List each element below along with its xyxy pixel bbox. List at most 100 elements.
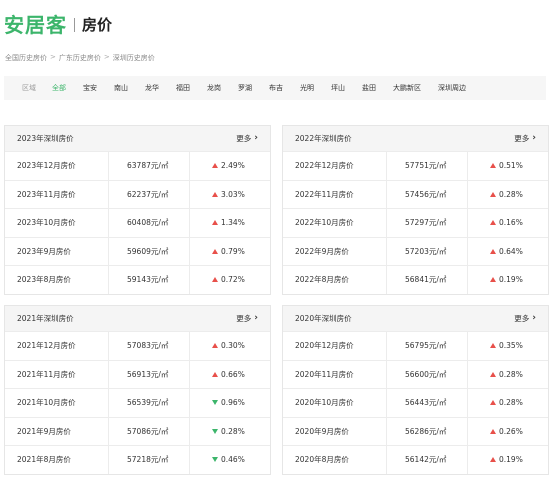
month-label: 2022年9月房价 xyxy=(283,237,387,265)
month-label: 2020年11月房价 xyxy=(283,360,387,388)
district-filter-bar: 区域 全部 宝安 南山 龙华 福田 龙岗 罗湖 布吉 光明 坪山 盐田 大鹏新区… xyxy=(4,76,546,100)
price-change: 0.28% xyxy=(190,418,270,446)
avg-price: 57083元/㎡ xyxy=(109,332,190,360)
change-percent: 0.51% xyxy=(499,161,523,171)
district-item-nanshan[interactable]: 南山 xyxy=(114,83,128,93)
more-link[interactable]: 更多 › xyxy=(514,133,536,144)
change-percent: 0.28% xyxy=(499,398,523,408)
district-item-longhua[interactable]: 龙华 xyxy=(145,83,159,93)
arrow-up-icon xyxy=(490,428,496,434)
month-label: 2021年11月房价 xyxy=(5,360,109,388)
price-row[interactable]: 2023年10月房价 60408元/㎡ 1.34% xyxy=(5,208,270,237)
avg-price: 56443元/㎡ xyxy=(387,389,468,417)
district-item-longgang[interactable]: 龙岗 xyxy=(207,83,221,93)
site-header: 安居客 房价 xyxy=(4,8,112,38)
price-row[interactable]: 2022年11月房价 57456元/㎡ 0.28% xyxy=(283,179,548,209)
month-label: 2023年8月房价 xyxy=(5,266,109,294)
month-label: 2023年12月房价 xyxy=(5,152,109,180)
more-link[interactable]: 更多 › xyxy=(236,313,258,324)
more-link[interactable]: 更多 › xyxy=(236,133,258,144)
price-change: 0.30% xyxy=(190,332,270,360)
price-row[interactable]: 2022年12月房价 57751元/㎡ 0.51% xyxy=(283,151,548,180)
price-row[interactable]: 2021年10月房价 56539元/㎡ 0.96% xyxy=(5,388,270,417)
price-row[interactable]: 2021年11月房价 56913元/㎡ 0.66% xyxy=(5,359,270,388)
change-percent: 1.34% xyxy=(221,218,245,228)
price-change: 0.72% xyxy=(190,266,270,294)
price-change: 0.35% xyxy=(468,332,548,360)
price-row[interactable]: 2022年9月房价 57203元/㎡ 0.64% xyxy=(283,236,548,266)
more-link[interactable]: 更多 › xyxy=(514,313,536,324)
panel-header: 2023年深圳房价 更多 › xyxy=(5,126,270,151)
more-label: 更多 xyxy=(236,314,252,323)
header-divider xyxy=(74,18,75,32)
arrow-down-icon xyxy=(212,457,218,463)
month-label: 2020年10月房价 xyxy=(283,389,387,417)
month-label: 2022年10月房价 xyxy=(283,209,387,237)
avg-price: 57456元/㎡ xyxy=(387,180,468,208)
avg-price: 59143元/㎡ xyxy=(109,266,190,294)
price-change: 0.64% xyxy=(468,238,548,266)
price-row[interactable]: 2023年12月房价 63787元/㎡ 2.49% xyxy=(5,151,270,180)
district-item-guangming[interactable]: 光明 xyxy=(300,83,314,93)
anjuke-logo[interactable]: 安居客 xyxy=(4,9,67,38)
price-row[interactable]: 2023年9月房价 59609元/㎡ 0.79% xyxy=(5,236,270,265)
chevron-right-icon: › xyxy=(254,313,258,323)
avg-price: 62237元/㎡ xyxy=(109,180,190,208)
district-item-pingshan[interactable]: 坪山 xyxy=(331,83,345,93)
avg-price: 56841元/㎡ xyxy=(387,266,468,294)
district-item-futian[interactable]: 福田 xyxy=(176,83,190,93)
price-panel-2022: 2022年深圳房价 更多 › 2022年12月房价 57751元/㎡ 0.51% 2022年… xyxy=(282,125,549,295)
arrow-up-icon xyxy=(212,191,218,197)
price-row[interactable]: 2023年8月房价 59143元/㎡ 0.72% xyxy=(5,265,270,294)
price-row[interactable]: 2020年10月房价 56443元/㎡ 0.28% xyxy=(283,388,548,417)
district-item-all[interactable]: 全部 xyxy=(52,83,66,93)
breadcrumb-separator: > xyxy=(50,53,56,61)
price-row[interactable]: 2023年11月房价 62237元/㎡ 3.03% xyxy=(5,179,270,209)
price-change: 0.26% xyxy=(468,418,548,446)
price-panel-2020: 2020年深圳房价 更多 › 2020年12月房价 56795元/㎡ 0.35% 2020年… xyxy=(282,305,549,475)
price-change: 0.28% xyxy=(468,181,548,209)
arrow-up-icon xyxy=(490,343,496,349)
arrow-up-icon xyxy=(490,400,496,406)
month-label: 2023年9月房价 xyxy=(5,237,109,265)
price-change: 0.46% xyxy=(190,446,270,474)
arrow-down-icon xyxy=(212,428,218,434)
price-change: 0.51% xyxy=(468,152,548,180)
district-item-buji[interactable]: 布吉 xyxy=(269,83,283,93)
change-percent: 0.66% xyxy=(221,369,245,379)
arrow-up-icon xyxy=(490,163,496,169)
price-row[interactable]: 2020年12月房价 56795元/㎡ 0.35% xyxy=(283,331,548,360)
breadcrumb-separator: > xyxy=(103,53,110,61)
arrow-up-icon xyxy=(212,163,218,169)
panel-title: 2020年深圳房价 xyxy=(295,314,352,323)
price-change: 3.03% xyxy=(190,181,270,209)
district-label: 区域 xyxy=(22,84,36,92)
price-row[interactable]: 2022年10月房价 57297元/㎡ 0.16% xyxy=(283,208,548,237)
change-percent: 0.26% xyxy=(499,426,523,436)
district-item-surrounding[interactable]: 深圳周边 xyxy=(438,83,466,93)
district-item-yantian[interactable]: 盐田 xyxy=(362,83,376,93)
price-row[interactable]: 2021年9月房价 57086元/㎡ 0.28% xyxy=(5,416,270,446)
district-item-luohu[interactable]: 罗湖 xyxy=(238,83,252,93)
month-label: 2022年8月房价 xyxy=(283,266,387,294)
month-label: 2020年9月房价 xyxy=(283,417,387,445)
district-item-dapeng[interactable]: 大鹏新区 xyxy=(393,83,421,93)
breadcrumb-national[interactable]: 全国历史房价 xyxy=(5,53,47,63)
breadcrumb-shenzhen[interactable]: 深圳历史房价 xyxy=(113,53,155,63)
price-panel-2021: 2021年深圳房价 更多 › 2021年12月房价 57083元/㎡ 0.30% 2021年… xyxy=(4,305,271,475)
arrow-up-icon xyxy=(212,371,218,377)
arrow-up-icon xyxy=(212,277,218,283)
price-row[interactable]: 2020年11月房价 56600元/㎡ 0.28% xyxy=(283,359,548,388)
month-label: 2021年10月房价 xyxy=(5,389,109,417)
change-percent: 0.46% xyxy=(221,455,245,465)
price-row[interactable]: 2021年8月房价 57218元/㎡ 0.46% xyxy=(5,445,270,474)
price-row[interactable]: 2021年12月房价 57083元/㎡ 0.30% xyxy=(5,331,270,360)
district-item-baoan[interactable]: 宝安 xyxy=(83,83,97,93)
price-row[interactable]: 2020年8月房价 56142元/㎡ 0.19% xyxy=(283,445,548,474)
price-row[interactable]: 2022年8月房价 56841元/㎡ 0.19% xyxy=(283,265,548,294)
more-label: 更多 xyxy=(514,314,530,323)
change-percent: 0.28% xyxy=(499,369,523,379)
chevron-right-icon: › xyxy=(532,313,536,323)
price-row[interactable]: 2020年9月房价 56286元/㎡ 0.26% xyxy=(283,416,548,446)
breadcrumb-guangdong[interactable]: 广东历史房价 xyxy=(59,53,101,63)
